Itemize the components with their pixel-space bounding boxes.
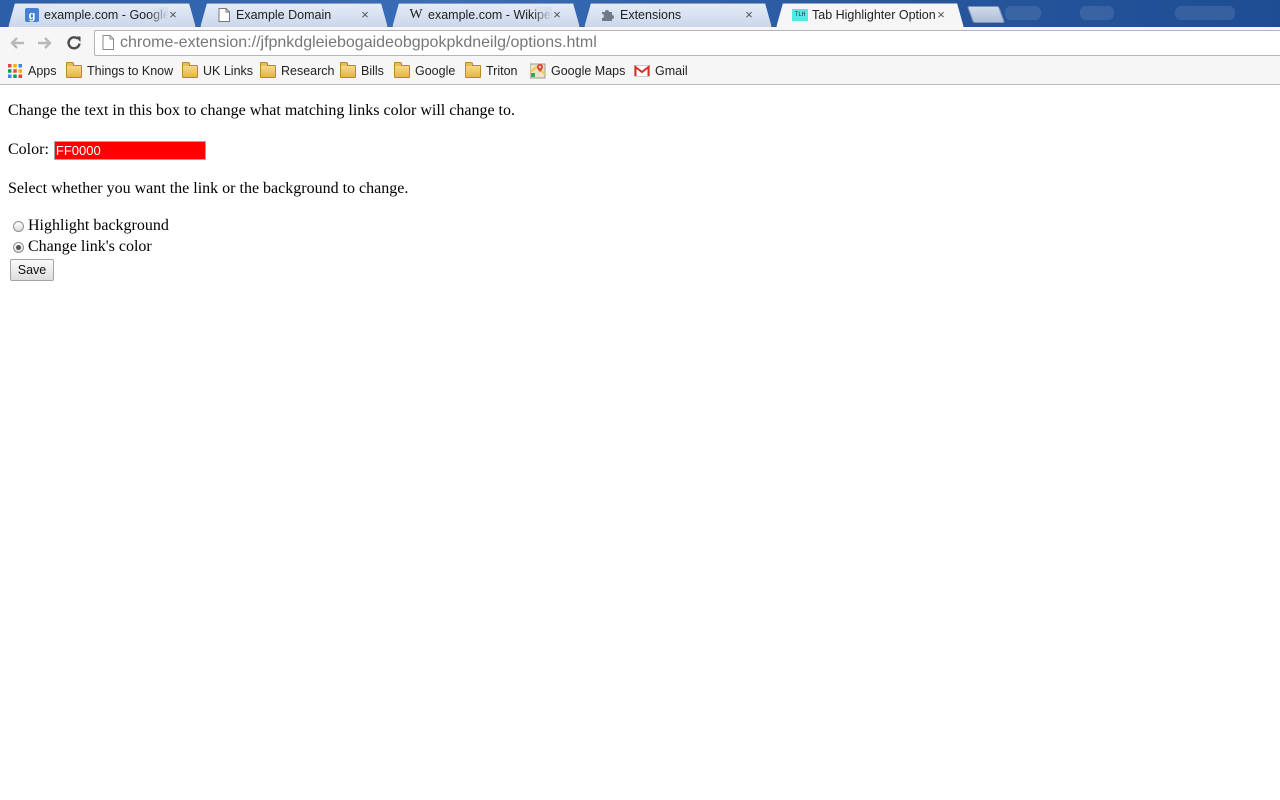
new-tab-button[interactable] <box>966 6 1006 23</box>
bookmark-google[interactable]: Google <box>394 61 455 81</box>
folder-icon <box>394 61 410 79</box>
bookmark-things-to-know[interactable]: Things to Know <box>66 61 173 81</box>
color-input[interactable] <box>53 140 206 160</box>
color-label: Color: <box>8 141 49 158</box>
tab-title: example.com - Wikipedia, <box>428 7 552 23</box>
google-icon: g <box>24 7 40 23</box>
tab-close-icon[interactable]: × <box>934 7 948 23</box>
folder-icon <box>465 61 481 79</box>
radio-change-link-color[interactable]: Change link's color <box>13 237 152 257</box>
back-arrow-icon <box>10 37 24 49</box>
bookmark-research[interactable]: Research <box>260 61 335 81</box>
options-page: Change the text in this box to change wh… <box>0 85 1280 800</box>
color-row: Color: <box>8 139 206 161</box>
radio-label: Change link's color <box>28 238 152 255</box>
forward-button[interactable] <box>34 32 56 54</box>
tab-title: Example Domain <box>236 8 332 22</box>
tab-close-icon[interactable]: × <box>550 7 564 23</box>
folder-icon <box>260 61 276 79</box>
bookmark-google-maps[interactable]: Google Maps <box>530 61 625 81</box>
browser-toolbar: chrome-extension://jfpnkdgleiebogaideobg… <box>0 27 1280 58</box>
tab-google-search[interactable]: g example.com - Google Se × <box>8 3 194 27</box>
radio-button[interactable] <box>13 220 24 232</box>
tab-title: example.com - Google Se <box>44 7 168 23</box>
tab-wikipedia[interactable]: W example.com - Wikipedia, × <box>392 3 578 27</box>
bookmark-bills[interactable]: Bills <box>340 61 384 81</box>
bookmark-label: Research <box>281 64 335 78</box>
forward-arrow-icon <box>38 37 52 49</box>
bookmark-uk-links[interactable]: UK Links <box>182 61 253 81</box>
google-maps-icon <box>530 63 546 79</box>
bookmark-label: Apps <box>28 64 57 78</box>
address-bar[interactable]: chrome-extension://jfpnkdgleiebogaideobg… <box>94 30 1280 56</box>
reload-button[interactable] <box>63 32 85 54</box>
bookmark-apps[interactable]: Apps <box>7 61 57 81</box>
window-frame-glare <box>1175 6 1235 20</box>
bookmark-triton[interactable]: Triton <box>465 61 518 81</box>
bookmark-label: Triton <box>486 64 518 78</box>
radio-highlight-background[interactable]: Highlight background <box>13 216 169 236</box>
bookmark-label: Things to Know <box>87 64 174 78</box>
gmail-icon <box>634 63 650 79</box>
wikipedia-icon: W <box>408 7 424 23</box>
folder-icon <box>340 61 356 79</box>
bookmark-label: Bills <box>361 64 384 78</box>
back-button[interactable] <box>6 32 28 54</box>
mode-instruction: Select whether you want the link or the … <box>8 180 409 197</box>
svg-text:g: g <box>29 10 36 22</box>
tab-strip: g example.com - Google Se × Example Doma… <box>0 0 1280 27</box>
tlh-badge: TLH <box>792 9 808 21</box>
folder-icon <box>66 61 82 79</box>
tab-tab-highlighter-options[interactable]: TLH Tab Highlighter Options × <box>776 3 962 27</box>
tab-extensions[interactable]: Extensions × <box>584 3 770 27</box>
bookmarks-bar: Apps Things to Know UK Links Research Bi… <box>0 58 1280 85</box>
save-button[interactable]: Save <box>10 259 54 281</box>
bookmark-label: Google Maps <box>551 64 626 78</box>
tlh-icon: TLH <box>792 7 808 23</box>
window-frame-glare <box>1080 6 1114 20</box>
tab-example-domain[interactable]: Example Domain × <box>200 3 386 27</box>
bookmark-label: Google <box>415 64 456 78</box>
puzzle-icon <box>600 7 616 23</box>
page-icon <box>102 35 114 55</box>
radio-label: Highlight background <box>28 217 169 234</box>
color-instruction: Change the text in this box to change wh… <box>8 102 515 119</box>
apps-grid-icon <box>7 63 23 79</box>
bookmark-label: UK Links <box>203 64 254 78</box>
url-text: chrome-extension://jfpnkdgleiebogaideobg… <box>120 34 597 51</box>
tab-title: Extensions <box>620 8 682 22</box>
tab-close-icon[interactable]: × <box>358 7 372 23</box>
folder-icon <box>182 61 198 79</box>
radio-button[interactable] <box>13 241 24 253</box>
page-icon <box>216 7 232 23</box>
reload-icon <box>67 36 81 50</box>
bookmark-label: Gmail <box>655 64 688 78</box>
bookmark-gmail[interactable]: Gmail <box>634 61 688 81</box>
tab-close-icon[interactable]: × <box>742 7 756 23</box>
tab-close-icon[interactable]: × <box>166 7 180 23</box>
wikipedia-glyph: W <box>409 7 423 22</box>
window-frame-glare <box>1005 6 1041 20</box>
tab-title: Tab Highlighter Options <box>812 8 936 22</box>
